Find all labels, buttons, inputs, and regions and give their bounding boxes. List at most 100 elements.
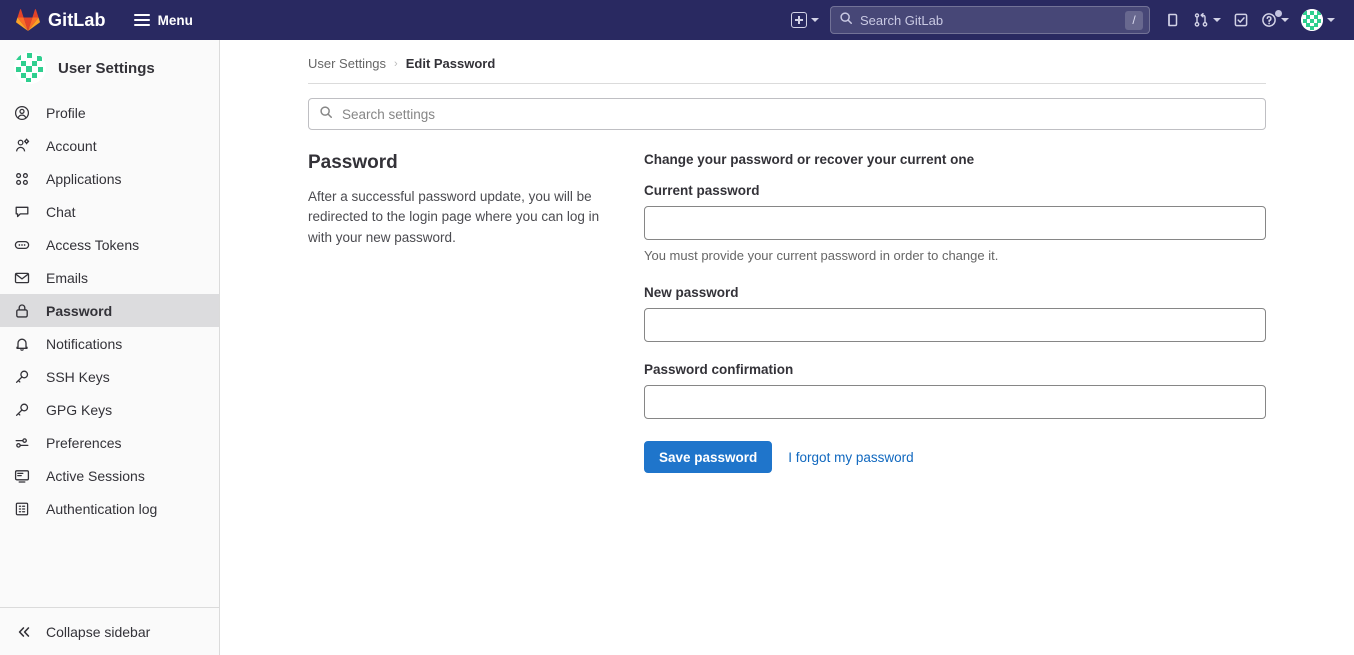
merge-request-icon: [1193, 12, 1209, 28]
chevron-down-icon: [1281, 18, 1289, 22]
sidebar-item-authentication-log[interactable]: Authentication log: [0, 492, 219, 525]
monitor-icon: [14, 468, 30, 484]
preferences-sliders-icon: [14, 435, 30, 451]
sidebar-item-account[interactable]: Account: [0, 129, 219, 162]
sidebar-item-label: Account: [46, 137, 97, 154]
sidebar-item-label: SSH Keys: [46, 368, 110, 385]
section-description: After a successful password update, you …: [308, 188, 600, 245]
search-settings-placeholder: Search settings: [342, 106, 436, 122]
sidebar-item-label: Notifications: [46, 335, 123, 352]
user-avatar-identicon: [1301, 9, 1323, 31]
new-password-field[interactable]: [644, 308, 1266, 343]
navbar-right-group: Search GitLab /: [786, 0, 1354, 40]
settings-section: Password After a successful password upd…: [308, 152, 1266, 474]
help-button[interactable]: [1256, 6, 1294, 34]
password-confirmation-label: Password confirmation: [644, 362, 794, 378]
current-password-help-text: You must provide your current password i…: [644, 248, 999, 263]
sidebar-item-label: Password: [46, 302, 113, 319]
sidebar-item-label: Active Sessions: [46, 467, 145, 484]
user-menu-button[interactable]: [1296, 6, 1340, 34]
chat-bubble-icon: [14, 204, 30, 220]
sidebar-item-profile[interactable]: Profile: [0, 96, 219, 129]
applications-grid-icon: [14, 171, 30, 187]
double-chevron-left-icon: [16, 624, 32, 640]
form-actions: Save password I forgot my password: [644, 441, 1266, 474]
sidebar-item-applications[interactable]: Applications: [0, 162, 219, 195]
user-avatar-identicon: [14, 52, 46, 84]
search-icon: [319, 105, 333, 124]
gitlab-tanuki-logo-icon: [16, 8, 40, 32]
password-form: Change your password or recover your cur…: [644, 152, 1266, 474]
lock-icon: [14, 303, 30, 319]
log-table-icon: [14, 501, 30, 517]
page-title: Password: [308, 152, 398, 173]
sidebar-item-label: Chat: [46, 203, 76, 220]
issues-button[interactable]: [1160, 6, 1186, 34]
sidebar-item-preferences[interactable]: Preferences: [0, 426, 219, 459]
hamburger-menu-icon: [133, 14, 150, 26]
account-user-gear-icon: [14, 137, 30, 154]
access-token-icon: [14, 237, 30, 253]
global-search-input[interactable]: Search GitLab /: [830, 6, 1150, 34]
sidebar-item-emails[interactable]: Emails: [0, 261, 219, 294]
sidebar-item-label: GPG Keys: [46, 401, 113, 418]
chevron-down-icon: [1327, 18, 1335, 22]
navbar-left-group: GitLab Menu: [0, 8, 199, 33]
help-notification-dot: [1275, 10, 1282, 17]
profile-user-circle-icon: [14, 105, 30, 121]
sidebar-item-gpg-keys[interactable]: GPG Keys: [0, 393, 219, 426]
sidebar-item-notifications[interactable]: Notifications: [0, 327, 219, 360]
search-settings-input[interactable]: Search settings: [308, 98, 1266, 130]
new-password-group: New password: [644, 285, 1266, 343]
sidebar-item-password[interactable]: Password: [0, 294, 219, 327]
form-legend: Change your password or recover your cur…: [644, 152, 975, 167]
sidebar-item-label: Access Tokens: [46, 236, 140, 253]
main-content: User Settings › Edit Password Search set…: [220, 40, 1354, 655]
merge-requests-button[interactable]: [1188, 6, 1226, 34]
todo-check-icon: [1233, 12, 1249, 28]
sidebar-item-label: Applications: [46, 170, 122, 187]
chevron-down-icon: [1213, 18, 1221, 22]
plus-square-icon: [791, 12, 807, 28]
issues-icon: [1165, 12, 1181, 28]
bell-icon: [14, 336, 30, 352]
breadcrumb-current-edit-password: Edit Password: [405, 56, 496, 71]
forgot-password-link[interactable]: I forgot my password: [788, 450, 913, 465]
breadcrumb: User Settings › Edit Password: [308, 40, 1266, 84]
collapse-sidebar-button[interactable]: Collapse sidebar: [0, 607, 219, 655]
save-password-button[interactable]: Save password: [644, 441, 773, 474]
top-navbar: GitLab Menu Search GitLab /: [0, 0, 1354, 40]
envelope-icon: [14, 270, 30, 286]
sidebar-item-chat[interactable]: Chat: [0, 195, 219, 228]
global-search-placeholder: Search GitLab: [860, 12, 944, 28]
search-shortcut-key: /: [1125, 10, 1143, 30]
password-confirmation-group: Password confirmation: [644, 362, 1266, 420]
sidebar-item-active-sessions[interactable]: Active Sessions: [0, 459, 219, 492]
current-password-label: Current password: [644, 183, 760, 198]
sidebar-item-label: Emails: [46, 269, 89, 286]
settings-description-column: Password After a successful password upd…: [308, 152, 608, 473]
user-settings-sidebar: User Settings Profile Account Applicatio…: [0, 40, 220, 655]
key-icon: [14, 369, 30, 385]
todos-button[interactable]: [1228, 6, 1254, 34]
main-menu-button[interactable]: Menu: [128, 8, 199, 33]
password-confirmation-field[interactable]: [644, 385, 1266, 420]
search-icon: [839, 11, 853, 30]
gitlab-home-link[interactable]: GitLab: [16, 8, 106, 32]
gitlab-brand-name: GitLab: [48, 9, 106, 30]
main-menu-label: Menu: [157, 12, 193, 28]
sidebar-nav-list: Profile Account Applications Chat Access…: [0, 94, 219, 607]
sidebar-item-label: Preferences: [46, 434, 122, 451]
sidebar-item-access-tokens[interactable]: Access Tokens: [0, 228, 219, 261]
create-new-button[interactable]: [786, 6, 824, 34]
sidebar-context-header[interactable]: User Settings: [0, 40, 219, 94]
current-password-field[interactable]: [644, 206, 1266, 240]
breadcrumb-item-user-settings[interactable]: User Settings: [308, 56, 386, 71]
key-icon: [14, 402, 30, 418]
breadcrumb-separator-icon: ›: [394, 57, 398, 70]
sidebar-item-ssh-keys[interactable]: SSH Keys: [0, 360, 219, 393]
new-password-label: New password: [644, 285, 739, 301]
current-password-group: Current password You must provide your c…: [644, 183, 1266, 265]
collapse-sidebar-label: Collapse sidebar: [46, 623, 151, 640]
sidebar-context-title: User Settings: [58, 59, 155, 77]
